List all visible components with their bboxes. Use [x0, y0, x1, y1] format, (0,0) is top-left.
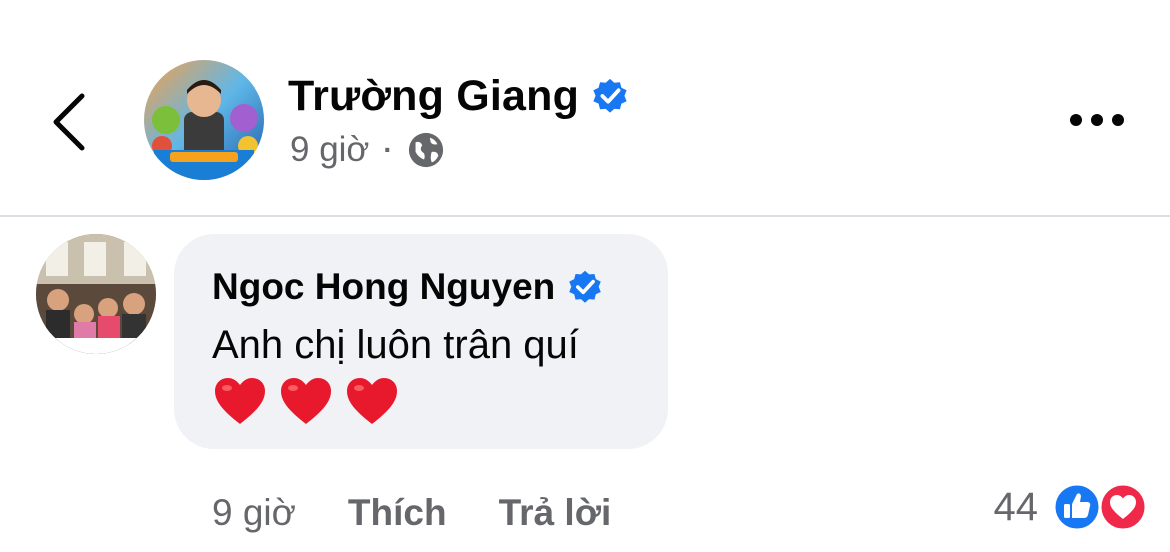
- meta-separator: ·: [383, 134, 393, 165]
- love-reaction-icon: [1098, 482, 1148, 532]
- post-meta: 9 giờ ·: [290, 128, 445, 172]
- post-author: Trường Giang: [288, 70, 629, 122]
- more-options-button[interactable]: [1060, 100, 1132, 140]
- post-time[interactable]: 9 giờ: [290, 128, 369, 172]
- back-button[interactable]: [40, 82, 100, 162]
- like-reaction-icon: [1052, 482, 1102, 532]
- comment-author-avatar[interactable]: [36, 234, 156, 354]
- header-divider: [0, 215, 1170, 217]
- red-heart-icon: [278, 374, 334, 430]
- comment-emoji: [212, 374, 400, 430]
- reaction-count: 44: [993, 485, 1039, 529]
- post-comment-screen: Trường Giang 9 giờ · Ngoc Hong Nguyen An…: [0, 0, 1170, 552]
- red-heart-icon: [344, 374, 400, 430]
- comment-time[interactable]: 9 giờ: [212, 490, 296, 536]
- comment-bubble[interactable]: Ngoc Hong Nguyen Anh chị luôn trân quí: [174, 234, 668, 449]
- post-author-avatar[interactable]: [144, 60, 264, 180]
- verified-badge-icon: [591, 77, 629, 115]
- like-comment-button[interactable]: Thích: [348, 490, 447, 536]
- chevron-left-icon: [53, 93, 85, 151]
- more-dots-icon: [1070, 114, 1124, 126]
- reply-button[interactable]: Trả lời: [499, 490, 612, 536]
- globe-icon: [407, 131, 445, 169]
- post-author-name[interactable]: Trường Giang: [288, 70, 579, 122]
- comment-author: Ngoc Hong Nguyen: [212, 264, 603, 310]
- red-heart-icon: [212, 374, 268, 430]
- verified-badge-icon: [567, 269, 603, 305]
- comment-reactions[interactable]: 44: [994, 482, 1149, 532]
- comment-text: Anh chị luôn trân quí: [212, 323, 579, 367]
- comment-actions: 9 giờ Thích Trả lời: [212, 490, 663, 536]
- comment-author-name[interactable]: Ngoc Hong Nguyen: [212, 264, 555, 310]
